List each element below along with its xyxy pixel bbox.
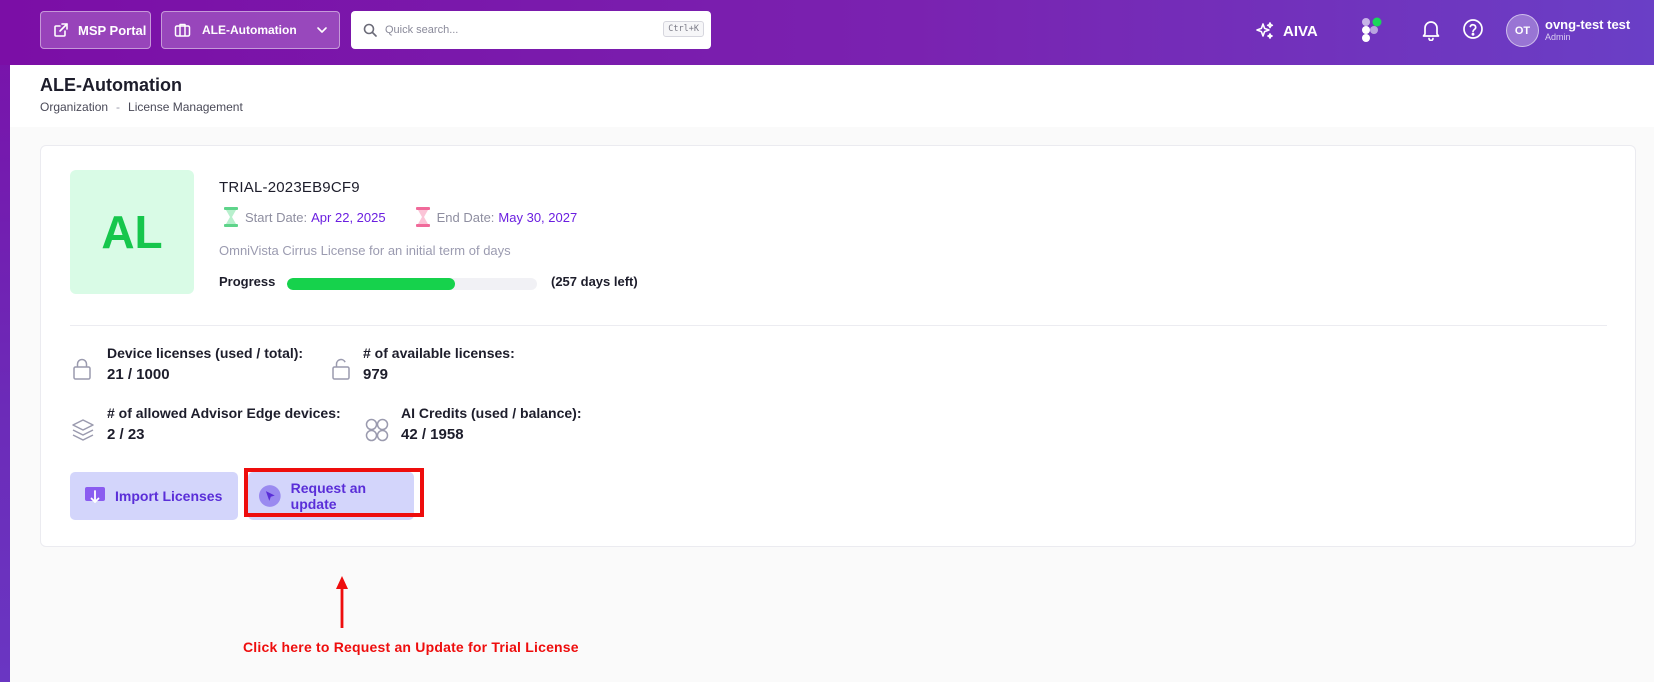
advisor-edge-value: 2 / 23	[107, 426, 145, 443]
progress-bar	[287, 278, 537, 290]
hourglass-icon	[224, 207, 238, 227]
bell-icon[interactable]	[1421, 19, 1441, 41]
sparkle-icon	[1256, 22, 1274, 39]
user-avatar[interactable]: OT	[1506, 14, 1539, 47]
hourglass-icon	[415, 207, 430, 227]
arrow-up-icon	[336, 576, 348, 628]
user-name[interactable]: ovng-test test	[1545, 17, 1630, 32]
search-input[interactable]	[385, 24, 655, 36]
license-dates: Start Date: Apr 22, 2025 End Date: May 30,…	[221, 206, 577, 228]
external-link-icon	[54, 23, 68, 37]
breadcrumb: Organization - License Management	[40, 100, 243, 114]
available-licenses-value: 979	[363, 366, 389, 383]
import-licenses-label: Import Licenses	[115, 488, 223, 504]
search-icon	[363, 23, 377, 37]
start-date-group: Start Date: Apr 22, 2025	[221, 206, 386, 228]
unlock-icon	[332, 358, 350, 380]
app-window: MSP Portal ALE-Automation Ctrl+K	[0, 0, 1654, 682]
start-date-label: Start Date:	[245, 209, 308, 225]
progress-bar-fill	[287, 278, 455, 290]
request-update-label: Request an update	[290, 480, 367, 512]
aiva-assistant-button[interactable]: AIVA	[1255, 20, 1318, 42]
apps-icon[interactable]	[1358, 16, 1384, 44]
available-licenses-label: # of available licenses:	[363, 345, 515, 361]
progress-label: Progress	[219, 274, 276, 289]
end-date-value: May 30, 2027	[498, 209, 578, 225]
end-date-label: End Date:	[436, 209, 495, 225]
import-licenses-button[interactable]: Import Licenses	[70, 472, 238, 520]
search-shortcut-hint: Ctrl+K	[663, 21, 704, 37]
end-date-group: End Date: May 30, 2027	[413, 206, 578, 228]
msp-portal-button[interactable]: MSP Portal	[40, 11, 151, 49]
ai-credits-label: AI Credits (used / balance):	[401, 405, 582, 421]
chevron-down-icon	[317, 27, 327, 33]
advisor-edge-label: # of allowed Advisor Edge devices:	[107, 405, 341, 421]
help-icon[interactable]	[1462, 18, 1484, 40]
layers-icon	[72, 419, 94, 441]
organization-selector[interactable]: ALE-Automation	[161, 11, 340, 49]
organization-avatar-tile: AL	[70, 170, 194, 294]
start-date-value: Apr 22, 2025	[311, 209, 386, 225]
user-role: Admin	[1545, 32, 1571, 42]
device-licenses-label: Device licenses (used / total):	[107, 345, 304, 361]
download-icon	[85, 487, 105, 503]
aiva-label: AIVA	[1283, 22, 1318, 40]
breadcrumb-organization[interactable]: Organization	[40, 100, 108, 114]
ai-credits-value: 42 / 1958	[401, 426, 464, 443]
quick-search[interactable]: Ctrl+K	[351, 11, 711, 49]
device-licenses-value: 21 / 1000	[107, 366, 170, 383]
circles-icon	[365, 418, 389, 442]
breadcrumb-separator: -	[116, 100, 121, 114]
msp-portal-label: MSP Portal	[78, 22, 147, 38]
briefcase-icon	[174, 23, 191, 37]
annotation-text: Click here to Request an Update for Tria…	[243, 639, 579, 655]
cursor-icon	[258, 485, 281, 507]
license-id: TRIAL-2023EB9CF9	[219, 179, 360, 196]
lock-icon	[73, 358, 91, 380]
license-description: OmniVista Cirrus License for an initial …	[219, 243, 511, 258]
main-content: ALE-Automation Organization - License Ma…	[10, 65, 1654, 682]
organization-selector-label: ALE-Automation	[202, 23, 297, 37]
page-header: ALE-Automation Organization - License Ma…	[10, 65, 1654, 127]
request-update-button[interactable]: Request an update	[248, 472, 414, 520]
license-card: AL TRIAL-2023EB9CF9 Start Date: Apr 22, 2…	[40, 145, 1636, 547]
section-divider	[70, 325, 1607, 326]
breadcrumb-license-management: License Management	[128, 100, 243, 114]
top-navigation-bar: MSP Portal ALE-Automation Ctrl+K	[0, 0, 1654, 65]
days-left: (257 days left)	[551, 274, 638, 289]
page-title: ALE-Automation	[40, 75, 182, 95]
